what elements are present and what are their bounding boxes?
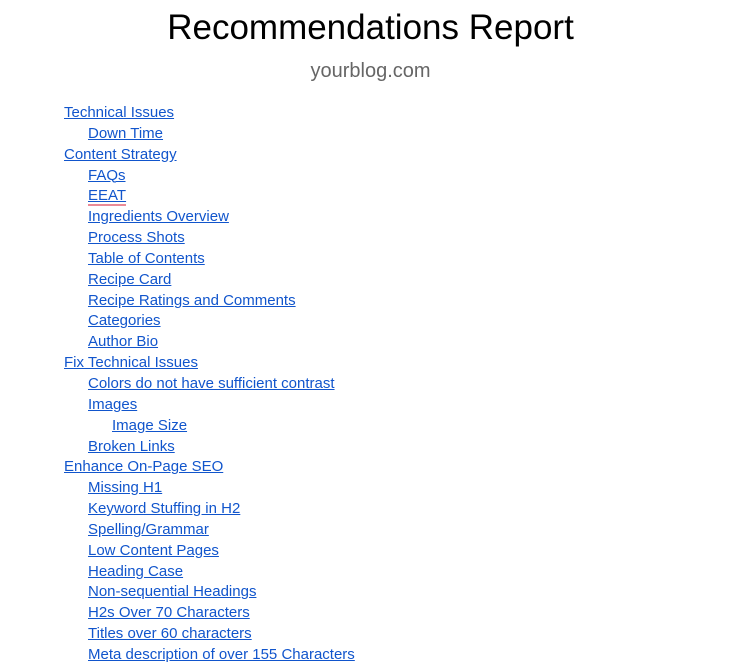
toc-link-ingredients-overview[interactable]: Ingredients Overview <box>88 208 229 225</box>
toc-item: Colors do not have sufficient contrast <box>64 374 355 395</box>
toc-link-keyword-stuffing-h2[interactable]: Keyword Stuffing in H2 <box>88 500 240 517</box>
toc-item: Process Shots <box>64 228 355 249</box>
toc-link-down-time[interactable]: Down Time <box>88 125 163 142</box>
toc-link-images[interactable]: Images <box>88 396 137 413</box>
toc-link-recipe-card[interactable]: Recipe Card <box>88 271 171 288</box>
toc-item: Titles over 60 characters <box>64 624 355 645</box>
toc-link-content-strategy[interactable]: Content Strategy <box>64 146 177 163</box>
toc-item: Content Strategy <box>64 145 355 166</box>
toc-link-table-of-contents[interactable]: Table of Contents <box>88 250 205 267</box>
toc-link-heading-case[interactable]: Heading Case <box>88 563 183 580</box>
toc-item: Recipe Card <box>64 270 355 291</box>
document-subtitle: yourblog.com <box>310 60 431 82</box>
toc-item: Low Content Pages <box>64 541 355 562</box>
toc-link-h2s-over-70[interactable]: H2s Over 70 Characters <box>88 604 250 621</box>
toc-link-image-size[interactable]: Image Size <box>112 417 187 434</box>
toc-item: FAQs <box>64 166 355 187</box>
toc-item: Images <box>64 395 355 416</box>
toc-link-low-content-pages[interactable]: Low Content Pages <box>88 542 219 559</box>
toc-item: Non-sequential Headings <box>64 582 355 603</box>
toc-item: Keyword Stuffing in H2 <box>64 499 355 520</box>
toc-link-missing-h1[interactable]: Missing H1 <box>88 479 162 496</box>
toc-item: H2s Over 70 Characters <box>64 603 355 624</box>
toc-item: Author Bio <box>64 332 355 353</box>
toc-link-eeat[interactable]: EEAT <box>88 187 127 207</box>
toc-item: Spelling/Grammar <box>64 520 355 541</box>
toc-item: Enhance On-Page SEO <box>64 457 355 478</box>
toc-item: Missing H1 <box>64 478 355 499</box>
toc-item: Broken Links <box>64 437 355 458</box>
toc-link-non-sequential-headings[interactable]: Non-sequential Headings <box>88 583 256 600</box>
toc-item: Technical Issues <box>64 103 355 124</box>
toc-link-enhance-on-page-seo[interactable]: Enhance On-Page SEO <box>64 458 223 475</box>
toc-link-titles-over-60[interactable]: Titles over 60 characters <box>88 625 252 642</box>
toc-item: EEAT <box>64 186 355 207</box>
toc-item: Table of Contents <box>64 249 355 270</box>
toc-link-meta-description-over-155[interactable]: Meta description of over 155 Characters <box>88 646 355 663</box>
table-of-contents: Technical Issues Down Time Content Strat… <box>64 103 355 666</box>
toc-link-recipe-ratings-and-comments[interactable]: Recipe Ratings and Comments <box>88 292 296 309</box>
toc-item: Categories <box>64 311 355 332</box>
toc-link-process-shots[interactable]: Process Shots <box>88 229 185 246</box>
toc-link-fix-technical-issues[interactable]: Fix Technical Issues <box>64 354 198 371</box>
toc-link-colors-contrast[interactable]: Colors do not have sufficient contrast <box>88 375 335 392</box>
toc-link-author-bio[interactable]: Author Bio <box>88 333 158 350</box>
toc-item: Heading Case <box>64 562 355 583</box>
toc-link-categories[interactable]: Categories <box>88 312 161 329</box>
toc-link-broken-links[interactable]: Broken Links <box>88 438 175 455</box>
toc-link-spelling-grammar[interactable]: Spelling/Grammar <box>88 521 209 538</box>
toc-item: Meta description of over 155 Characters <box>64 645 355 666</box>
toc-item: Down Time <box>64 124 355 145</box>
toc-link-faqs[interactable]: FAQs <box>88 167 126 184</box>
toc-item: Recipe Ratings and Comments <box>64 291 355 312</box>
toc-item: Image Size <box>64 416 355 437</box>
toc-item: Ingredients Overview <box>64 207 355 228</box>
document-title: Recommendations Report <box>167 8 574 47</box>
toc-item: Fix Technical Issues <box>64 353 355 374</box>
toc-link-technical-issues[interactable]: Technical Issues <box>64 104 174 121</box>
